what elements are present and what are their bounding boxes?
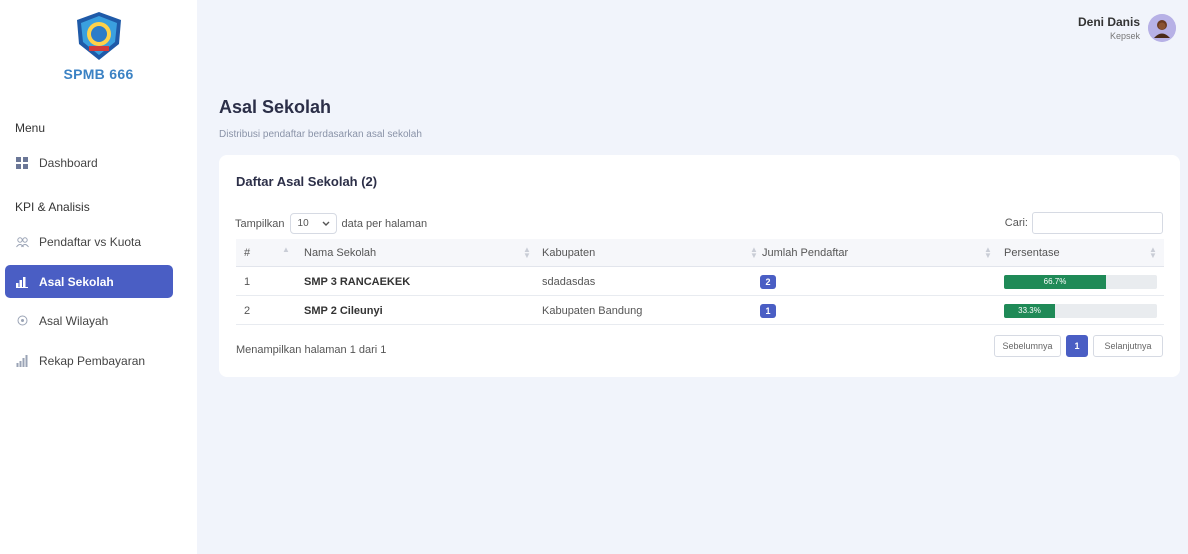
kpi-heading: KPI & Analisis [15, 200, 90, 214]
sidebar-item-label: Pendaftar vs Kuota [39, 234, 142, 249]
menu-heading: Menu [15, 121, 46, 135]
sort-icon: ▲ ▼ [984, 245, 992, 260]
table-header: # ▲ Nama Sekolah ▲ ▼ Kabupaten ▲ ▼ Jumlah … [236, 239, 1164, 267]
cell-persentase: 66.7% [1004, 267, 1157, 296]
progress-fill: 66.7% [1004, 274, 1107, 289]
cell-kabupaten: Kabupaten Bandung [542, 304, 643, 317]
page-subtitle: Distribusi pendaftar berdasarkan asal se… [219, 129, 422, 140]
sidebar-item-label: Dashboard [39, 155, 98, 170]
search-input[interactable] [1032, 212, 1163, 234]
sidebar-item-dashboard[interactable]: Dashboard [5, 146, 173, 179]
column-header-kabupaten[interactable]: Kabupaten [542, 239, 595, 267]
search-control: Cari: [1005, 212, 1163, 234]
table-info: Menampilkan halaman 1 dari 1 [236, 344, 387, 356]
user-avatar-icon [1148, 14, 1176, 42]
sort-icon: ▲ ▼ [1149, 245, 1157, 260]
brand-block[interactable]: SPMB 666 [0, 10, 197, 82]
card-title: Daftar Asal Sekolah (2) [236, 174, 378, 189]
user-info: Deni Danis Kepsek [1078, 15, 1140, 41]
search-label: Cari: [1004, 217, 1028, 229]
school-logo-icon [76, 12, 121, 60]
count-badge: 1 [760, 303, 776, 318]
user-role: Kepsek [1109, 31, 1140, 41]
user-menu[interactable]: Deni Danis Kepsek [1078, 14, 1176, 42]
show-label: Tampilkan [235, 217, 285, 230]
sidebar-item-label: Asal Wilayah [39, 313, 109, 328]
next-page-button[interactable]: Selanjutnya [1093, 335, 1163, 357]
cell-persentase: 33.3% [1004, 296, 1157, 325]
page-length-select[interactable]: 10 [289, 213, 337, 234]
count-badge: 2 [760, 274, 776, 289]
sidebar-item-rekap-pembayaran[interactable]: Rekap Pembayaran [5, 344, 173, 377]
school-origin-card: Daftar Asal Sekolah (2) Tampilkan 10 dat… [219, 155, 1180, 377]
prev-page-button[interactable]: Sebelumnya [994, 335, 1061, 357]
user-name: Deni Danis [1077, 15, 1140, 29]
cell-jumlah: 2 [760, 267, 776, 296]
sort-icon: ▲ ▼ [523, 245, 531, 260]
map-pin-icon [15, 314, 29, 328]
users-icon [15, 235, 29, 249]
page-title: Asal Sekolah [219, 97, 332, 117]
cell-jumlah: 1 [760, 296, 776, 325]
sidebar-item-label: Asal Sekolah [39, 274, 114, 289]
column-header-nama-sekolah[interactable]: Nama Sekolah [304, 239, 376, 267]
column-header-jumlah-pendaftar[interactable]: Jumlah Pendaftar [762, 239, 848, 267]
per-page-label: data per halaman [341, 217, 428, 230]
chart-bar-icon [15, 275, 29, 289]
column-header-persentase[interactable]: Persentase [1004, 239, 1060, 267]
progress-fill: 33.3% [1004, 303, 1055, 318]
chevron-down-icon [322, 221, 330, 226]
cell-nama-sekolah: SMP 3 RANCAEKEK [304, 275, 411, 288]
cell-number: 1 [244, 275, 251, 288]
cell-kabupaten: sdadasdas [542, 275, 596, 288]
sidebar-item-pendaftar-vs-kuota[interactable]: Pendaftar vs Kuota [5, 225, 173, 258]
chart-icon [15, 354, 29, 368]
grid-icon [15, 156, 29, 170]
sidebar-item-asal-wilayah[interactable]: Asal Wilayah [5, 304, 173, 337]
table-row: 1 SMP 3 RANCAEKEK sdadasdas 2 66.7% [236, 267, 1164, 296]
progress-bar: 66.7% [1004, 274, 1157, 289]
avatar[interactable] [1148, 14, 1176, 42]
brand-name: SPMB 666 [63, 66, 134, 82]
pagination: Sebelumnya 1 Selanjutnya [994, 335, 1163, 357]
sidebar-item-asal-sekolah[interactable]: Asal Sekolah [5, 265, 173, 298]
page-length-control: Tampilkan 10 data per halaman [235, 213, 427, 234]
cell-nama-sekolah: SMP 2 Cileunyi [304, 304, 383, 317]
cell-number: 2 [244, 304, 251, 317]
page-1-button[interactable]: 1 [1066, 335, 1088, 357]
column-header-number[interactable]: # [244, 239, 250, 267]
progress-bar: 33.3% [1004, 303, 1157, 318]
sidebar: SPMB 666 Menu Dashboard KPI & Analisis P… [0, 0, 197, 554]
sort-icon: ▲ [282, 245, 290, 254]
page-length-value: 10 [297, 218, 309, 229]
sort-icon: ▲ ▼ [750, 245, 758, 260]
sidebar-item-label: Rekap Pembayaran [39, 353, 146, 368]
table-row: 2 SMP 2 Cileunyi Kabupaten Bandung 1 33.… [236, 296, 1164, 325]
